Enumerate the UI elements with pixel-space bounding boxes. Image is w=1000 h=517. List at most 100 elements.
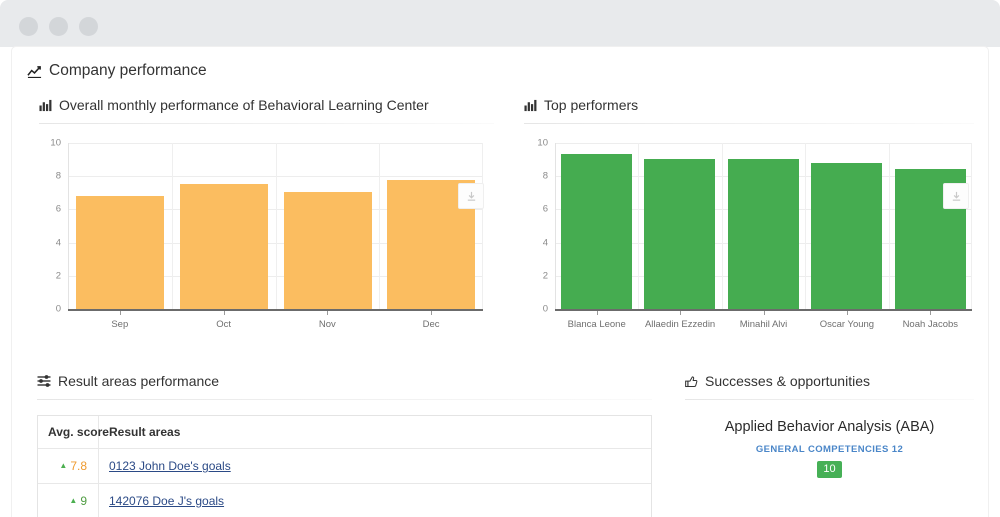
result-area-cell: 142076 Doe J's goals [99, 484, 651, 517]
score-value: 7.8 [70, 459, 87, 473]
x-axis [68, 309, 483, 311]
category-divider-3 [805, 143, 807, 309]
result-areas-table: Avg. score Result areas ▲ 7.8 0123 John D… [37, 415, 652, 517]
category-divider-3 [379, 143, 381, 309]
table-header-row: Avg. score Result areas [38, 416, 651, 449]
bar-oct[interactable] [179, 183, 268, 309]
bar-nov[interactable] [283, 192, 372, 309]
dashboard-page: Company performance Overall monthly perf… [12, 47, 988, 517]
top-performers-download-button[interactable] [943, 183, 969, 209]
table-row[interactable]: ▲ 9 142076 Doe J's goals [38, 484, 651, 517]
category-divider-1 [171, 143, 173, 309]
y-tick-8: 8 [55, 170, 61, 182]
result-areas-title: Result areas performance [58, 373, 220, 389]
bar-minahil-alvi[interactable] [727, 158, 799, 309]
y-tick-2: 2 [55, 270, 61, 282]
x-tick-blanca-leone: Blanca Leone [567, 319, 626, 330]
x-tick-mark-dec [431, 311, 433, 315]
x-tick-mark-1 [596, 311, 598, 315]
y-tick-0: 0 [542, 303, 548, 315]
chart-plot-area: 10 8 6 4 2 0 [537, 138, 972, 330]
category-divider-4 [888, 143, 890, 309]
company-performance-header: Company performance [27, 62, 207, 80]
successes-divider [685, 399, 974, 400]
browser-window: Company performance Overall monthly perf… [0, 0, 1000, 517]
successes-panel: Applied Behavior Analysis (ABA) GENERAL … [685, 419, 974, 478]
top-performers-header: Top performers [524, 97, 638, 113]
avg-score-cell: ▲ 7.8 [38, 449, 99, 483]
result-areas-divider [37, 399, 652, 400]
success-item-subtitle: GENERAL COMPETENCIES 12 [755, 444, 904, 455]
window-controls [19, 17, 98, 36]
result-areas-header: Result areas performance [37, 373, 219, 389]
bar-sep[interactable] [76, 196, 164, 309]
gridline-10 [555, 143, 972, 144]
x-tick-mark-oct [223, 311, 225, 315]
column-header-result-areas: Result areas [109, 425, 181, 439]
top-performers-chart: 10 8 6 4 2 0 Blanca Leone Allaedin Ezzed… [537, 138, 972, 330]
successes-title: Successes & opportunities [705, 373, 870, 389]
category-divider-2 [275, 143, 277, 309]
bar-chart-icon [39, 99, 52, 112]
result-area-link[interactable]: 142076 Doe J's goals [109, 494, 224, 508]
monthly-performance-title: Overall monthly performance of Behaviora… [59, 97, 429, 113]
result-area-link[interactable]: 0123 John Doe's goals [109, 459, 231, 473]
monthly-chart-download-button[interactable] [458, 183, 484, 209]
y-tick-6: 6 [542, 203, 548, 215]
result-area-cell: 0123 John Doe's goals [99, 449, 651, 483]
download-icon [466, 191, 477, 202]
trend-up-icon: ▲ [69, 496, 78, 505]
success-item-title: Applied Behavior Analysis (ABA) [724, 419, 935, 435]
category-divider-5 [971, 143, 972, 309]
bar-oscar-young[interactable] [811, 162, 883, 309]
score-value: 9 [80, 494, 87, 508]
category-divider-1 [638, 143, 640, 309]
x-tick-mark-3 [763, 311, 765, 315]
x-tick-mark-nov [327, 311, 329, 315]
y-tick-2: 2 [542, 270, 548, 282]
y-axis [555, 143, 556, 309]
x-tick-oct: Oct [216, 319, 231, 330]
category-divider-2 [721, 143, 723, 309]
chart-plot-area: 10 8 6 4 2 0 [50, 138, 483, 330]
maximize-button[interactable] [79, 17, 98, 36]
bar-chart-icon [524, 99, 537, 112]
monthly-performance-chart: 10 8 6 4 2 0 Sep Oct Nov Dec [50, 138, 483, 330]
x-tick-mark-5 [930, 311, 932, 315]
bar-blanca-leone[interactable] [561, 153, 632, 309]
window-titlebar [0, 0, 1000, 47]
avg-score-cell: ▲ 9 [38, 484, 99, 517]
x-tick-allaedin-ezzedin: Allaedin Ezzedin [644, 319, 716, 330]
category-divider-4 [482, 143, 483, 309]
y-tick-10: 10 [50, 137, 61, 149]
column-header-avg-score: Avg. score [38, 416, 109, 448]
x-tick-sep: Sep [111, 319, 129, 330]
x-tick-oscar-young: Oscar Young [819, 319, 875, 330]
table-row[interactable]: ▲ 7.8 0123 John Doe's goals [38, 449, 651, 484]
success-score-badge: 10 [817, 461, 842, 478]
minimize-button[interactable] [49, 17, 68, 36]
y-tick-6: 6 [55, 203, 61, 215]
top-performers-title: Top performers [544, 97, 639, 113]
x-tick-dec: Dec [422, 319, 440, 330]
close-button[interactable] [19, 17, 38, 36]
x-tick-mark-2 [680, 311, 682, 315]
thumbs-up-icon [685, 375, 698, 388]
x-tick-mark-sep [119, 311, 121, 315]
y-tick-4: 4 [542, 237, 548, 249]
x-tick-minahil-alvi: Minahil Alvi [739, 319, 788, 330]
trend-up-icon: ▲ [59, 461, 68, 470]
y-tick-10: 10 [537, 137, 548, 149]
sliders-icon [37, 374, 51, 388]
y-axis [68, 143, 69, 309]
monthly-performance-header: Overall monthly performance of Behaviora… [39, 97, 429, 113]
x-tick-nov: Nov [318, 319, 336, 330]
monthly-header-divider [39, 123, 494, 124]
download-icon [951, 191, 962, 202]
top-performers-header-divider [524, 123, 974, 124]
y-tick-8: 8 [542, 170, 548, 182]
successes-header: Successes & opportunities [685, 373, 870, 389]
bar-allaedin-ezzedin[interactable] [644, 158, 716, 309]
company-performance-title: Company performance [49, 62, 207, 79]
y-tick-0: 0 [55, 303, 61, 315]
